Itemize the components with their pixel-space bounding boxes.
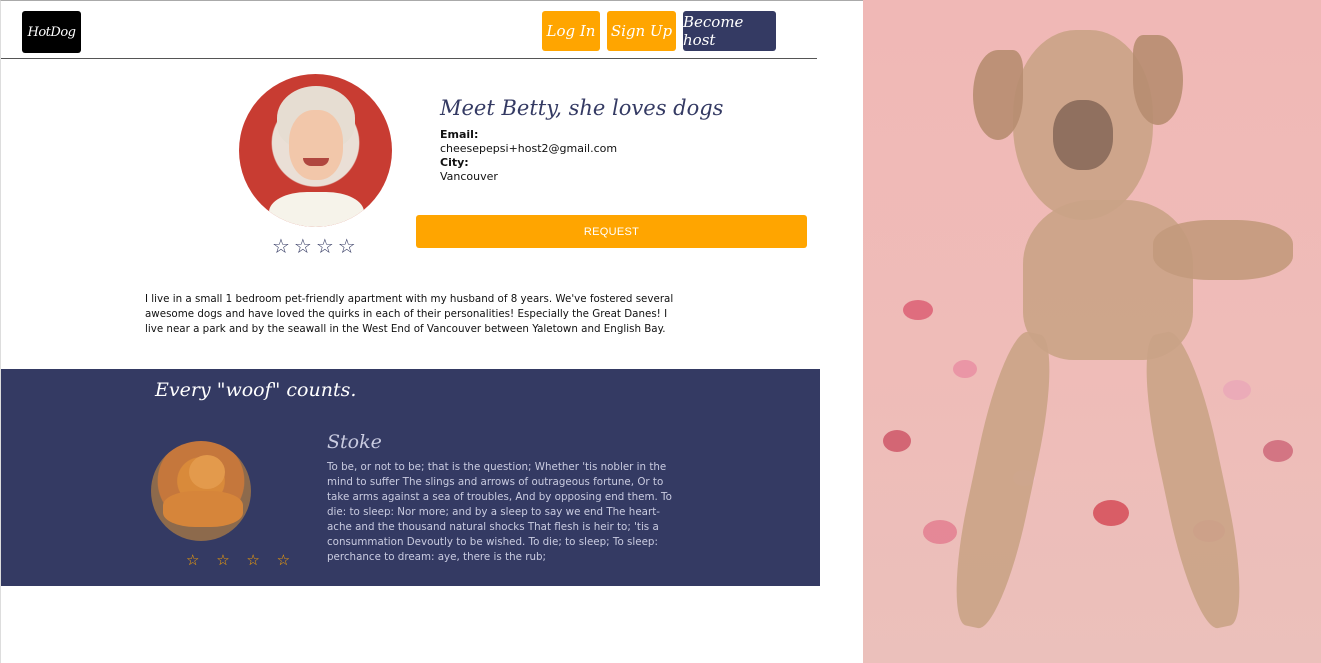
reviews-title: Every "woof" counts. bbox=[155, 379, 357, 401]
nav-divider bbox=[1, 58, 817, 59]
become-host-button[interactable]: Become host bbox=[683, 11, 776, 51]
host-rating-stars[interactable]: ☆☆☆☆ bbox=[272, 234, 360, 258]
city-value: Vancouver bbox=[440, 170, 498, 183]
city-label: City: bbox=[440, 156, 469, 169]
logo[interactable]: HotDog bbox=[22, 11, 81, 53]
email-value: cheesepepsi+host2@gmail.com bbox=[440, 142, 618, 155]
host-bio: I live in a small 1 bedroom pet-friendly… bbox=[145, 293, 674, 335]
review-text: To be, or not to be; that is the questio… bbox=[327, 461, 672, 563]
email-label: Email: bbox=[440, 128, 479, 141]
host-avatar bbox=[239, 74, 392, 227]
login-button[interactable]: Log In bbox=[542, 11, 600, 51]
review-rating-stars: ☆ ☆ ☆ ☆ bbox=[186, 551, 297, 569]
request-button[interactable]: REQUEST bbox=[416, 215, 807, 248]
reviewer-dog-avatar bbox=[151, 441, 251, 541]
reviewer-name: Stoke bbox=[327, 431, 382, 453]
signup-button[interactable]: Sign Up bbox=[607, 11, 676, 51]
hero-dog-image bbox=[863, 0, 1321, 663]
host-title: Meet Betty, she loves dogs bbox=[440, 96, 724, 120]
